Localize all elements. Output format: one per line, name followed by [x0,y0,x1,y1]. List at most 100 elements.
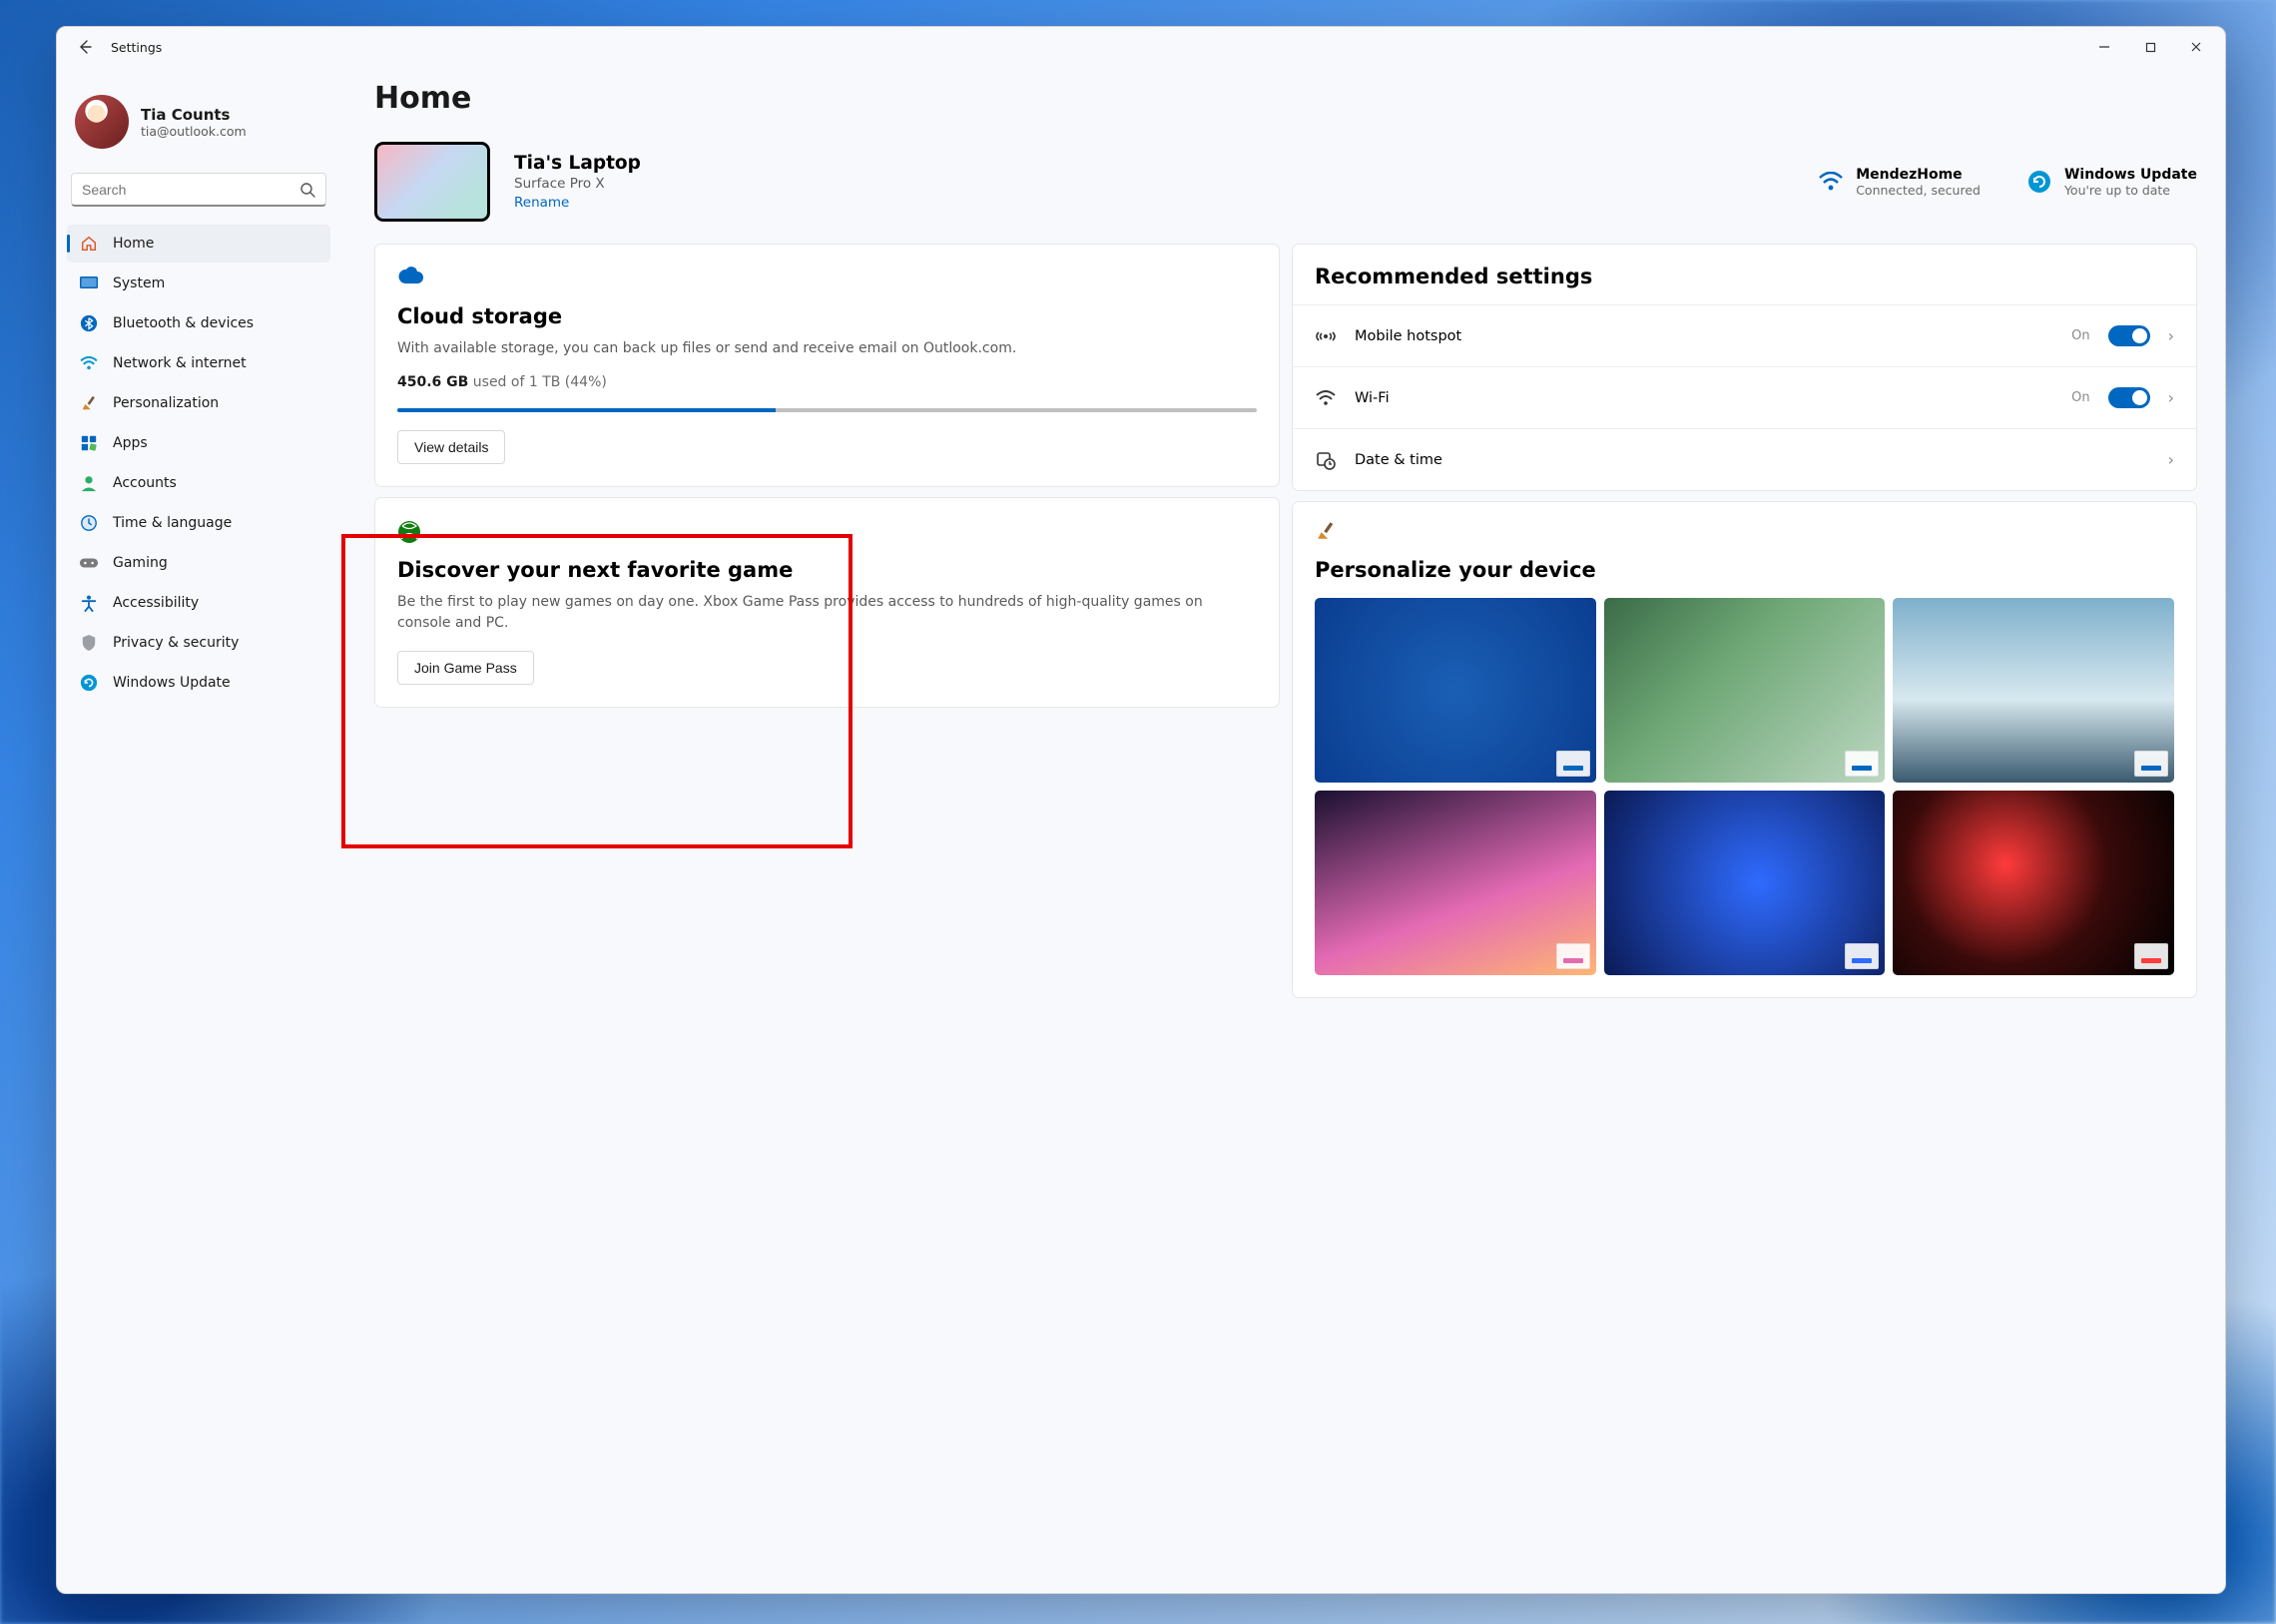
profile-block[interactable]: Tia Counts tia@outlook.com [65,75,332,173]
person-icon [79,473,99,493]
wifi-name: MendezHome [1856,167,1981,183]
nav-accounts[interactable]: Accounts [67,464,330,502]
nav-network[interactable]: Network & internet [67,344,330,382]
theme-thumb[interactable] [1315,791,1596,975]
rename-link[interactable]: Rename [514,195,641,211]
storage-usage-text: 450.6 GB used of 1 TB (44%) [397,374,1257,390]
search-input[interactable] [82,182,299,198]
paintbrush-icon [79,393,99,413]
nav-label: Personalization [113,395,219,411]
card-title: Recommended settings [1293,245,2196,294]
device-name: Tia's Laptop [514,153,641,174]
storage-progress [397,408,1257,412]
toggle-switch[interactable] [2108,325,2150,346]
device-info: Tia's Laptop Surface Pro X Rename [514,153,641,211]
nav-personalization[interactable]: Personalization [67,384,330,422]
setting-date-time[interactable]: Date & time › [1293,428,2196,490]
update-status-block[interactable]: Windows Update You're up to date [2026,167,2197,198]
nav-label: Time & language [113,515,232,531]
nav-label: Network & internet [113,355,247,371]
setting-label: Wi-Fi [1355,390,2053,406]
chevron-right-icon: › [2168,326,2174,345]
nav-time-language[interactable]: Time & language [67,504,330,542]
nav-apps[interactable]: Apps [67,424,330,462]
settings-window: Settings Tia Counts tia@outlook.com [56,26,2226,1594]
maximize-button[interactable] [2127,31,2173,63]
nav-home[interactable]: Home [67,225,330,263]
nav-bluetooth[interactable]: Bluetooth & devices [67,304,330,342]
maximize-icon [2145,42,2156,53]
card-desc: With available storage, you can back up … [397,338,1257,358]
avatar [75,95,129,149]
card-title: Cloud storage [397,304,1257,328]
minimize-button[interactable] [2081,31,2127,63]
search-box[interactable] [71,173,326,207]
bluetooth-icon [79,313,99,333]
close-button[interactable] [2173,31,2219,63]
theme-thumb[interactable] [1604,791,1886,975]
profile-name: Tia Counts [141,106,247,124]
card-title: Personalize your device [1315,558,2174,582]
nav-label: System [113,275,165,291]
gamepad-icon [79,553,99,573]
device-thumbnail [374,142,490,222]
page-title: Home [374,81,2197,116]
setting-label: Mobile hotspot [1355,328,2053,344]
nav-privacy[interactable]: Privacy & security [67,624,330,662]
xbox-icon [397,520,421,544]
wifi-status-block[interactable]: MendezHome Connected, secured [1818,167,1981,198]
setting-state: On [2071,328,2089,343]
minimize-icon [2098,41,2110,53]
back-button[interactable] [69,31,101,63]
wifi-icon [1315,387,1337,409]
theme-thumb[interactable] [1315,598,1596,783]
update-icon [2026,169,2052,195]
xbox-gamepass-card: Discover your next favorite game Be the … [374,497,1280,708]
close-icon [2190,41,2202,53]
setting-wifi[interactable]: Wi-Fi On › [1293,366,2196,428]
toggle-switch[interactable] [2108,387,2150,408]
join-gamepass-button[interactable]: Join Game Pass [397,651,534,685]
nav-windows-update[interactable]: Windows Update [67,664,330,702]
accessibility-icon [79,593,99,613]
wifi-icon [79,353,99,373]
wifi-icon [1818,169,1844,195]
nav-label: Gaming [113,555,168,571]
card-title: Discover your next favorite game [397,558,1257,582]
personalize-card: Personalize your device [1292,501,2197,998]
shield-icon [79,633,99,653]
theme-thumb[interactable] [1893,791,2174,975]
nav-label: Home [113,236,154,252]
theme-thumb[interactable] [1893,598,2174,783]
system-icon [79,273,99,293]
nav-label: Windows Update [113,675,231,691]
apps-icon [79,433,99,453]
paintbrush-icon [1315,520,1339,544]
nav-label: Apps [113,435,148,451]
arrow-left-icon [77,39,93,55]
calendar-clock-icon [1315,449,1337,471]
nav-label: Accounts [113,475,177,491]
view-details-button[interactable]: View details [397,430,505,464]
nav-label: Privacy & security [113,635,239,651]
hotspot-icon [1315,325,1337,347]
chevron-right-icon: › [2168,450,2174,469]
chevron-right-icon: › [2168,388,2174,407]
search-icon [299,182,315,198]
device-model: Surface Pro X [514,176,641,192]
sidebar: Tia Counts tia@outlook.com Home System [57,67,342,1593]
update-name: Windows Update [2064,167,2197,183]
titlebar: Settings [57,27,2225,67]
nav-system[interactable]: System [67,265,330,302]
update-icon [79,673,99,693]
cloud-storage-card: Cloud storage With available storage, yo… [374,244,1280,487]
setting-state: On [2071,390,2089,405]
nav-accessibility[interactable]: Accessibility [67,584,330,622]
card-desc: Be the first to play new games on day on… [397,592,1257,633]
theme-thumb[interactable] [1604,598,1886,783]
profile-email: tia@outlook.com [141,124,247,139]
setting-mobile-hotspot[interactable]: Mobile hotspot On › [1293,304,2196,366]
window-title: Settings [111,40,162,55]
nav-label: Bluetooth & devices [113,315,254,331]
nav-gaming[interactable]: Gaming [67,544,330,582]
